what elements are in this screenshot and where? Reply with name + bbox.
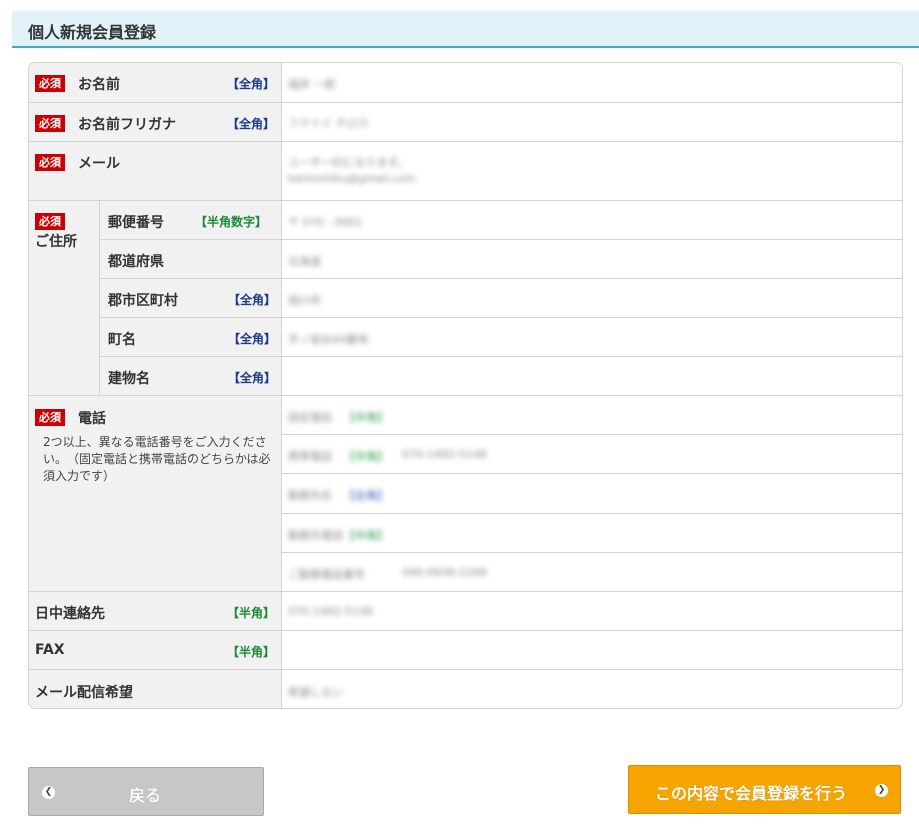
mail-pref-value: 希望しない bbox=[288, 686, 343, 699]
submit-button-label: この内容で会員登録を行う bbox=[655, 784, 848, 803]
hankaku-note: 【半角】 bbox=[227, 606, 276, 620]
phone-mobile-cell[interactable]: 携帯電話 【半角】 070-1492-5148 bbox=[281, 435, 902, 474]
prefecture-value: 北海道 bbox=[288, 255, 321, 268]
required-badge: 必須 bbox=[35, 75, 65, 92]
row-day-contact-label: 日中連絡先 【半角】 bbox=[29, 592, 281, 631]
email-label: メール bbox=[78, 156, 120, 172]
postal-label: 郵便番号 bbox=[108, 215, 164, 231]
back-button-label: 戻る bbox=[129, 786, 162, 805]
zenkaku-note: 【全角】 bbox=[228, 293, 277, 307]
row-mail-pref-label: メール配信希望 bbox=[29, 670, 281, 708]
zenkaku-note: 【全角】 bbox=[228, 332, 277, 346]
town-label: 町名 bbox=[108, 332, 136, 348]
phone-other-cell[interactable]: ご勤務電話番号 090-0938-2168 bbox=[281, 553, 902, 592]
zenkaku-note: 【全角】 bbox=[227, 117, 276, 131]
fax-value-cell[interactable] bbox=[281, 631, 902, 670]
phone-workno-cell[interactable]: 勤務先電話 【半角】 bbox=[281, 514, 902, 553]
phone-workno-label: 勤務先電話 bbox=[288, 529, 343, 542]
email-note: ユーザーIDになります。 bbox=[288, 156, 409, 169]
phone-fixed-label: 固定電話 bbox=[288, 411, 332, 424]
row-fax-label: FAX 【半角】 bbox=[29, 631, 281, 670]
town-value-cell[interactable]: 字ノ坂台44番地 bbox=[281, 318, 902, 357]
postal-value-cell[interactable]: 〒 070 - 0001 bbox=[281, 201, 902, 240]
name-kana-label: お名前フリガナ bbox=[78, 117, 176, 133]
hankaku-note: 【半角】 bbox=[227, 645, 276, 659]
day-contact-value-cell[interactable]: 070-1492-5148 bbox=[281, 592, 902, 631]
row-phone-label: 必須 電話 2つ以上、異なる電話番号をご入力ください。 （固定電話と携帯電話のど… bbox=[29, 396, 281, 592]
building-sublabel: 建物名 【全角】 bbox=[99, 357, 281, 396]
phone-mobile-label: 携帯電話 bbox=[288, 450, 332, 463]
prefecture-sublabel: 都道府県 bbox=[99, 240, 281, 279]
email-value: kamoshiku@gmail.com bbox=[288, 172, 416, 185]
mail-pref-label: メール配信希望 bbox=[35, 685, 133, 701]
phone-other-label: ご勤務電話番号 bbox=[288, 568, 365, 581]
phone-label: 電話 bbox=[78, 411, 106, 427]
city-value: 旭川市 bbox=[288, 294, 321, 307]
zenkaku-note: 【全角】 bbox=[228, 371, 277, 385]
postal-value: 〒 070 - 0001 bbox=[288, 216, 363, 229]
town-value: 字ノ坂台44番地 bbox=[288, 333, 368, 346]
email-value-cell[interactable]: ユーザーIDになります。 kamoshiku@gmail.com bbox=[281, 142, 902, 201]
name-value-cell[interactable]: 福井 一郎 bbox=[281, 63, 902, 103]
phone-mobile-note: 【半角】 bbox=[344, 450, 388, 463]
phone-fixed-cell[interactable]: 固定電話 【半角】 bbox=[281, 396, 902, 435]
city-value-cell[interactable]: 旭川市 bbox=[281, 279, 902, 318]
postal-sublabel: 郵便番号 【半角数字】 bbox=[99, 201, 281, 240]
city-sublabel: 郡市区町村 【全角】 bbox=[99, 279, 281, 318]
required-badge: 必須 bbox=[35, 409, 65, 426]
phone-description: 2つ以上、異なる電話番号をご入力ください。 （固定電話と携帯電話のどちらかは必須… bbox=[43, 435, 271, 483]
row-name-kana-label: 必須 お名前フリガナ 【全角】 bbox=[29, 103, 281, 142]
back-button[interactable]: ❮ 戻る bbox=[28, 767, 264, 816]
row-email-label: 必須 メール bbox=[29, 142, 281, 201]
prefecture-value-cell[interactable]: 北海道 bbox=[281, 240, 902, 279]
name-kana-value: フクイイ チロウ bbox=[288, 117, 369, 130]
phone-other-value: 090-0938-2168 bbox=[402, 566, 487, 579]
name-kana-value-cell[interactable]: フクイイ チロウ bbox=[281, 103, 902, 142]
phone-workno-note: 【半角】 bbox=[344, 529, 388, 542]
zenkaku-note: 【全角】 bbox=[227, 77, 276, 91]
required-badge: 必須 bbox=[35, 213, 65, 230]
row-name-label: 必須 お名前 【全角】 bbox=[29, 63, 281, 103]
address-label: ご住所 bbox=[35, 234, 77, 250]
phone-fixed-note: 【半角】 bbox=[344, 411, 388, 424]
required-badge: 必須 bbox=[35, 115, 65, 132]
phone-mobile-value: 070-1492-5148 bbox=[402, 448, 487, 461]
chevron-right-icon: ❯ bbox=[875, 784, 888, 797]
required-badge: 必須 bbox=[35, 154, 65, 171]
chevron-left-icon: ❮ bbox=[42, 786, 55, 799]
city-label: 郡市区町村 bbox=[108, 293, 178, 309]
phone-work-label: 勤務先名 bbox=[288, 489, 332, 502]
page-title: 個人新規会員登録 bbox=[28, 23, 157, 42]
phone-work-cell[interactable]: 勤務先名 【全角】 bbox=[281, 474, 902, 514]
phone-work-note: 【全角】 bbox=[344, 489, 388, 502]
prefecture-label: 都道府県 bbox=[108, 254, 164, 270]
building-label: 建物名 bbox=[108, 371, 150, 387]
registration-form-table: 必須 お名前 【全角】 福井 一郎 必須 お名前フリガナ 【全角】 フクイイ チ… bbox=[28, 62, 903, 709]
name-label: お名前 bbox=[78, 77, 120, 93]
day-contact-value: 070-1492-5148 bbox=[288, 605, 373, 618]
building-value-cell[interactable] bbox=[281, 357, 902, 396]
fax-label: FAX bbox=[35, 642, 65, 658]
town-sublabel: 町名 【全角】 bbox=[99, 318, 281, 357]
submit-registration-button[interactable]: この内容で会員登録を行う ❯ bbox=[628, 765, 901, 814]
name-value: 福井 一郎 bbox=[288, 78, 336, 91]
mail-pref-value-cell[interactable]: 希望しない bbox=[281, 670, 902, 708]
hankaku-num-note: 【半角数字】 bbox=[195, 215, 268, 229]
day-contact-label: 日中連絡先 bbox=[35, 606, 105, 622]
page-header: 個人新規会員登録 bbox=[12, 11, 919, 48]
